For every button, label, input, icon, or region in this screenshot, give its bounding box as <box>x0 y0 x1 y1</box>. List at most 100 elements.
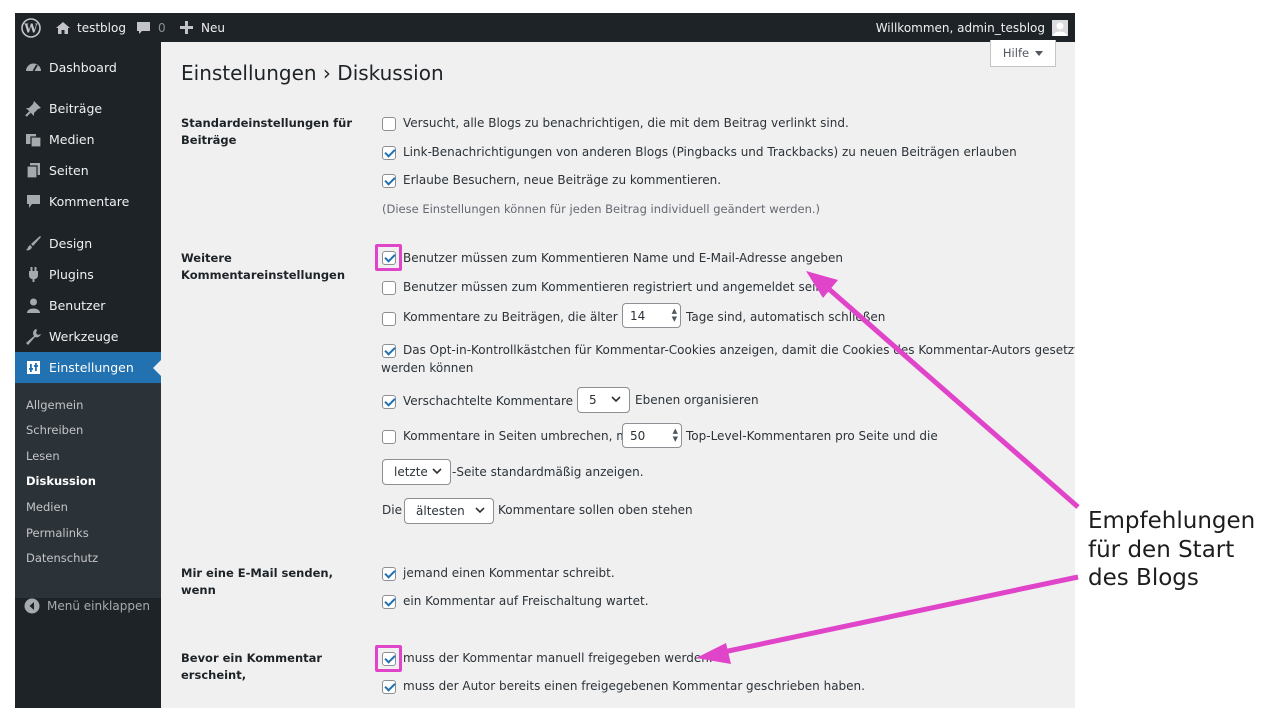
comments-count: 0 <box>158 20 166 35</box>
plus-icon <box>180 21 193 34</box>
new-content-link[interactable]: Neu <box>180 13 225 42</box>
comment-icon <box>23 193 43 210</box>
checkbox-notify-blogs[interactable] <box>382 117 396 131</box>
sidebar-item-label: Benutzer <box>49 298 106 313</box>
sidebar-item-label: Design <box>49 236 93 251</box>
label-close-old-before: Kommentare zu Beiträgen, die älter als <box>403 310 639 324</box>
settings-submenu: Allgemein Schreiben Lesen Diskussion Med… <box>15 383 161 598</box>
label-require-registration: Benutzer müssen zum Kommentieren registr… <box>403 280 824 294</box>
close-days-value: 14 <box>630 308 646 323</box>
submenu-item-permalinks[interactable]: Permalinks <box>26 526 89 540</box>
collapse-menu-button[interactable]: Menü einklappen <box>24 598 150 614</box>
annotation-line: des Blogs <box>1088 565 1199 591</box>
checkbox-threaded-comments[interactable] <box>382 395 396 409</box>
section-heading-email-me: Mir eine E-Mail senden, wenn <box>181 566 333 597</box>
checkbox-email-moderation[interactable] <box>382 595 396 609</box>
submenu-item-schreiben[interactable]: Schreiben <box>26 423 83 437</box>
per-page-input[interactable]: 50 ▲ ▼ <box>622 423 682 448</box>
sidebar-item-seiten[interactable]: Seiten <box>15 155 161 186</box>
submenu-item-diskussion[interactable]: Diskussion <box>26 474 96 488</box>
pin-icon <box>23 100 43 117</box>
sidebar-item-plugins[interactable]: Plugins <box>15 259 161 290</box>
comments-link[interactable]: 0 <box>136 13 166 42</box>
comment-order-select[interactable]: ältesten <box>404 498 494 524</box>
help-label: Hilfe <box>1002 46 1030 60</box>
label-close-old-after: Tage sind, automatisch schließen <box>686 310 886 324</box>
label-email-new-comment: jemand einen Kommentar schreibt. <box>403 566 615 580</box>
sidebar-item-benutzer[interactable]: Benutzer <box>15 290 161 321</box>
chevron-down-icon <box>475 507 485 514</box>
thread-levels-value: 5 <box>589 393 597 407</box>
sidebar-item-design[interactable]: Design <box>15 228 161 259</box>
label-cookies-line1: Das Opt-in-Kontrollkästchen für Kommenta… <box>403 343 1075 357</box>
sidebar-item-label: Kommentare <box>49 194 130 209</box>
label-allow-comments: Erlaube Besuchern, neue Beiträge zu komm… <box>403 173 722 187</box>
thread-levels-select[interactable]: 5 <box>577 387 630 413</box>
chevron-down-icon <box>432 468 442 475</box>
default-page-value: letzte <box>394 465 428 479</box>
settings-icon <box>23 359 43 376</box>
label-default-page-after: -Seite standardmäßig anzeigen. <box>452 465 644 479</box>
checkbox-page-comments[interactable] <box>382 430 396 444</box>
sidebar-item-label: Dashboard <box>49 60 117 75</box>
sidebar-item-label: Seiten <box>49 163 89 178</box>
label-order-before: Die <box>382 503 402 517</box>
label-threaded-after: Ebenen organisieren <box>635 393 759 407</box>
site-name-link[interactable]: testblog <box>55 13 126 42</box>
sidebar-item-werkzeuge[interactable]: Werkzeuge <box>15 321 161 352</box>
highlight-box-manual-approval <box>375 645 402 672</box>
media-icon <box>23 131 43 148</box>
plugin-icon <box>23 266 43 283</box>
checkbox-previously-approved[interactable] <box>382 680 396 694</box>
dashboard-icon <box>23 59 43 76</box>
default-page-select[interactable]: letzte <box>382 459 451 485</box>
stepper-arrows-icon[interactable]: ▲ ▼ <box>672 307 677 323</box>
sidebar-item-kommentare[interactable]: Kommentare <box>15 186 161 217</box>
wrench-icon <box>23 328 43 345</box>
comment-order-value: ältesten <box>416 504 465 518</box>
checkbox-allow-pingbacks[interactable] <box>382 146 396 160</box>
label-paged-before: Kommentare in Seiten umbrechen, mit <box>403 429 637 443</box>
admin-bar: W testblog 0 Neu Willkommen, admin_tesbl… <box>15 13 1075 42</box>
label-allow-pingbacks: Link-Benachrichtigungen von anderen Blog… <box>403 145 1017 159</box>
sidebar-item-label: Einstellungen <box>49 360 134 375</box>
submenu-item-allgemein[interactable]: Allgemein <box>26 398 83 412</box>
sidebar-item-beitraege[interactable]: Beiträge <box>15 93 161 124</box>
chevron-down-icon <box>611 396 621 403</box>
sidebar-item-dashboard[interactable]: Dashboard <box>15 52 161 83</box>
per-page-value: 50 <box>630 428 646 443</box>
section-heading-other-comments: Weitere Kommentareinstellungen <box>181 251 346 282</box>
checkbox-require-registration[interactable] <box>382 281 396 295</box>
pages-icon <box>23 162 43 179</box>
submenu-item-datenschutz[interactable]: Datenschutz <box>26 551 98 565</box>
help-tab-button[interactable]: Hilfe <box>990 40 1056 67</box>
submenu-item-lesen[interactable]: Lesen <box>26 449 60 463</box>
checkbox-email-new-comment[interactable] <box>382 567 396 581</box>
sidebar-item-einstellungen[interactable]: Einstellungen <box>15 352 161 383</box>
label-require-name-email: Benutzer müssen zum Kommentieren Name un… <box>403 251 843 265</box>
sidebar-item-label: Medien <box>49 132 95 147</box>
wordpress-logo-icon[interactable]: W <box>21 13 41 42</box>
stepper-arrows-icon[interactable]: ▲ ▼ <box>673 427 678 443</box>
label-previously-approved: muss der Autor bereits einen freigegeben… <box>403 679 865 693</box>
label-notify-blogs: Versucht, alle Blogs zu benachrichtigen,… <box>403 116 849 130</box>
brush-icon <box>23 235 43 252</box>
checkbox-cookies-opt-in[interactable] <box>382 344 396 358</box>
checkbox-allow-comments[interactable] <box>382 174 396 188</box>
annotation-text: Empfehlungen für den Start des Blogs <box>1088 507 1255 593</box>
home-icon <box>56 21 70 34</box>
comment-bubble-icon <box>137 21 150 34</box>
new-label: Neu <box>201 20 225 35</box>
account-menu[interactable]: Willkommen, admin_tesblog <box>876 13 1068 42</box>
close-days-input[interactable]: 14 ▲ ▼ <box>622 303 681 328</box>
collapse-arrow-icon <box>24 598 40 614</box>
checkbox-close-old-comments[interactable] <box>382 312 396 326</box>
section-heading-before-appears: Bevor ein Kommentar erscheint, <box>181 651 323 682</box>
sidebar-item-medien[interactable]: Medien <box>15 124 161 155</box>
label-order-after: Kommentare sollen oben stehen <box>498 503 693 517</box>
sidebar-item-label: Beiträge <box>49 101 103 116</box>
avatar <box>1052 19 1068 36</box>
sidebar-item-label: Werkzeuge <box>49 329 119 344</box>
submenu-item-medien[interactable]: Medien <box>26 500 68 514</box>
welcome-text: Willkommen, admin_tesblog <box>875 20 1045 35</box>
